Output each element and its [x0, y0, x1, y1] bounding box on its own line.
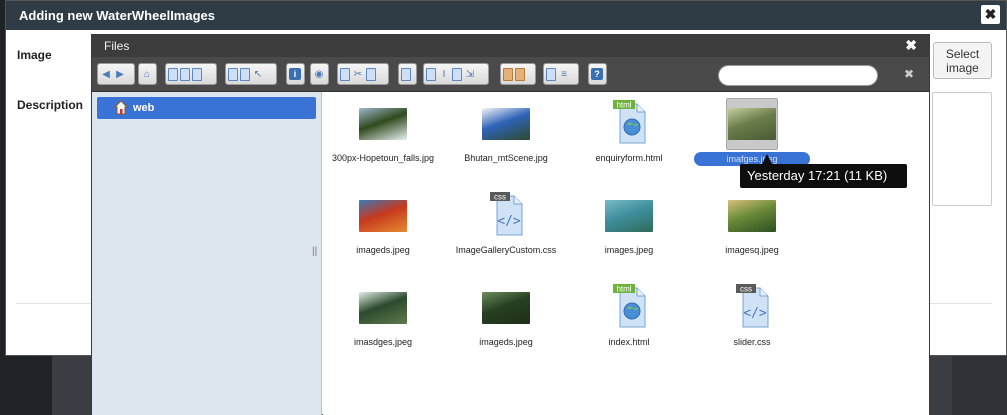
folder-tree-panel: web || [92, 92, 322, 415]
save-icon[interactable] [240, 67, 250, 81]
icons-view-icon[interactable] [546, 67, 556, 81]
preview-group: ◉ [310, 63, 329, 85]
image-thumbnail [359, 292, 407, 324]
file-manager-dialog: Files ✖ ◀ ▶ ⌂ ↖ i ◉ ✂ I ⇲ ≡ ? ✖ web || 3… [91, 34, 930, 415]
select-image-button[interactable]: Select image [933, 42, 992, 79]
tree-item-web[interactable]: web [97, 97, 316, 119]
home-folder-icon [114, 100, 128, 115]
file-item[interactable]: imasdges.jpeg [323, 280, 443, 360]
file-name: imagesq.jpeg [725, 245, 779, 255]
duplicate-icon[interactable] [426, 67, 436, 81]
search-input[interactable] [718, 65, 878, 86]
file-type-badge: css [740, 285, 752, 294]
open-icon[interactable] [228, 67, 238, 81]
cut-icon[interactable]: ✂ [352, 67, 364, 82]
image-thumbnail [482, 108, 530, 140]
clipboard-group: ✂ [337, 63, 389, 85]
css-file-icon: </> css [490, 192, 523, 236]
info-icon[interactable]: i [289, 68, 301, 80]
file-manager-title: Files [104, 39, 130, 53]
image-thumbnail [482, 292, 530, 324]
svg-text:</>: </> [497, 214, 521, 229]
image-thumbnail [605, 200, 653, 232]
description-field[interactable] [932, 92, 992, 206]
file-item[interactable]: html enquiryform.html [569, 96, 689, 176]
open-group: ↖ [225, 63, 277, 85]
file-item[interactable]: images.jpeg [569, 188, 689, 268]
select-icon[interactable]: ↖ [252, 67, 264, 82]
html-file-icon: html [613, 284, 646, 328]
html-file-icon: html [613, 100, 646, 144]
file-name: images.jpeg [604, 245, 654, 255]
file-name: ImageGalleryCustom.css [455, 245, 557, 255]
back-icon[interactable]: ◀ [100, 67, 112, 82]
file-ops-group [165, 63, 217, 85]
rename-icon[interactable]: I [438, 67, 450, 82]
dialog-close-button[interactable]: ✖ [981, 5, 1000, 24]
dialog-title: Adding new WaterWheelImages [19, 8, 215, 23]
file-item[interactable]: imageds.jpeg [446, 280, 566, 360]
file-name: imageds.jpeg [479, 337, 533, 347]
delete-icon[interactable] [401, 67, 411, 81]
file-name: 300px-Hopetoun_falls.jpg [331, 153, 435, 163]
file-item[interactable]: html index.html [569, 280, 689, 360]
resize-icon[interactable]: ⇲ [464, 67, 476, 82]
archive-group [500, 63, 536, 85]
copy-icon[interactable] [340, 67, 350, 81]
file-item[interactable]: </> css slider.css [692, 280, 812, 360]
image-label: Image [17, 48, 52, 62]
file-name: enquiryform.html [595, 153, 663, 163]
home-icon[interactable]: ⌂ [141, 67, 153, 82]
file-item[interactable]: 300px-Hopetoun_falls.jpg [323, 96, 443, 176]
file-name: index.html [608, 337, 650, 347]
info-group: i [286, 63, 305, 85]
file-info-tooltip: Yesterday 17:21 (11 KB) [740, 164, 907, 188]
file-item[interactable]: </> css ImageGalleryCustom.css [446, 188, 566, 268]
edit-group: I ⇲ [423, 63, 489, 85]
css-file-icon: </> css [736, 284, 769, 328]
file-name: imasdges.jpeg [353, 337, 413, 347]
reload-icon[interactable] [168, 67, 178, 81]
file-grid: 300px-Hopetoun_falls.jpg Bhutan_mtScene.j… [323, 92, 929, 415]
image-thumbnail [359, 200, 407, 232]
file-name: imageds.jpeg [356, 245, 410, 255]
file-type-badge: html [616, 101, 631, 110]
back-forward-group: ◀ ▶ [97, 63, 135, 85]
delete-group [398, 63, 417, 85]
file-item[interactable]: imagesq.jpeg [692, 188, 812, 268]
edit-icon[interactable] [452, 67, 462, 81]
svg-text:</>: </> [743, 306, 767, 321]
file-name: Bhutan_mtScene.jpg [464, 153, 548, 163]
search-clear-icon[interactable]: ✖ [904, 67, 914, 81]
paste-icon[interactable] [366, 67, 376, 81]
list-view-icon[interactable]: ≡ [558, 67, 570, 82]
upload-icon[interactable] [192, 67, 202, 81]
view-group: ≡ [543, 63, 579, 85]
panel-resize-handle[interactable]: || [312, 246, 317, 257]
help-icon[interactable]: ? [591, 68, 603, 80]
help-group: ? [588, 63, 607, 85]
background-strip-right [952, 356, 1007, 415]
description-label: Description [17, 98, 84, 112]
image-thumbnail [728, 200, 776, 232]
tree-item-label: web [133, 102, 155, 114]
dialog-header: Adding new WaterWheelImages ✖ [6, 1, 1006, 30]
image-thumbnail [359, 108, 407, 140]
file-name: slider.css [733, 337, 771, 347]
file-item[interactable]: Bhutan_mtScene.jpg [446, 96, 566, 176]
extract-icon[interactable] [515, 67, 525, 81]
file-item[interactable]: imageds.jpeg [323, 188, 443, 268]
new-folder-icon[interactable] [180, 67, 190, 81]
home-group: ⌂ [138, 63, 157, 85]
file-type-badge: css [494, 193, 506, 202]
tooltip-arrow [762, 154, 772, 164]
preview-eye-icon[interactable]: ◉ [313, 67, 325, 82]
image-thumbnail [728, 108, 776, 140]
archive-icon[interactable] [503, 67, 513, 81]
forward-icon[interactable]: ▶ [114, 67, 126, 82]
file-manager-titlebar[interactable]: Files ✖ [92, 35, 929, 57]
file-type-badge: html [616, 285, 631, 294]
file-manager-close-button[interactable]: ✖ [905, 37, 917, 54]
file-manager-toolbar: ◀ ▶ ⌂ ↖ i ◉ ✂ I ⇲ ≡ ? ✖ [92, 57, 929, 92]
